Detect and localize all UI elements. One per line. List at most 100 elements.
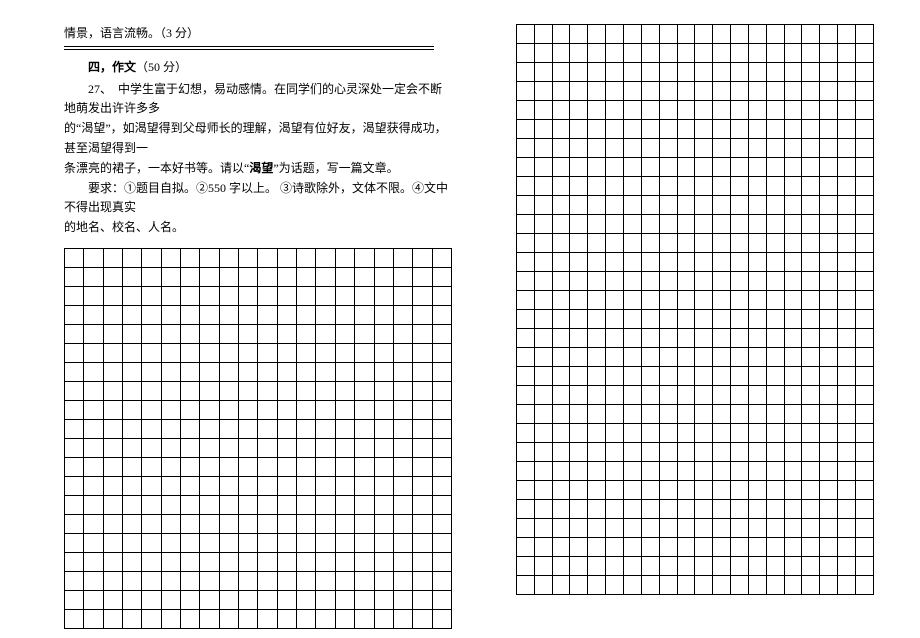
grid-cell[interactable] [731, 215, 749, 234]
grid-cell[interactable] [374, 590, 393, 609]
grid-cell[interactable] [316, 438, 335, 457]
grid-cell[interactable] [713, 310, 731, 329]
grid-cell[interactable] [432, 286, 451, 305]
grid-cell[interactable] [297, 305, 316, 324]
grid-cell[interactable] [374, 381, 393, 400]
grid-cell[interactable] [161, 400, 180, 419]
grid-cell[interactable] [802, 329, 820, 348]
grid-cell[interactable] [277, 400, 296, 419]
grid-cell[interactable] [588, 44, 606, 63]
grid-cell[interactable] [713, 405, 731, 424]
grid-cell[interactable] [641, 82, 659, 101]
grid-cell[interactable] [820, 139, 838, 158]
grid-cell[interactable] [413, 571, 432, 590]
grid-cell[interactable] [802, 120, 820, 139]
grid-cell[interactable] [606, 139, 624, 158]
grid-cell[interactable] [181, 305, 200, 324]
grid-cell[interactable] [552, 44, 570, 63]
grid-cell[interactable] [588, 63, 606, 82]
grid-cell[interactable] [355, 248, 374, 267]
grid-cell[interactable] [731, 101, 749, 120]
grid-cell[interactable] [748, 443, 766, 462]
grid-cell[interactable] [355, 476, 374, 495]
grid-cell[interactable] [161, 495, 180, 514]
grid-cell[interactable] [219, 514, 238, 533]
grid-cell[interactable] [258, 457, 277, 476]
grid-cell[interactable] [838, 101, 856, 120]
grid-cell[interactable] [297, 476, 316, 495]
grid-cell[interactable] [432, 476, 451, 495]
grid-cell[interactable] [695, 158, 713, 177]
grid-cell[interactable] [142, 476, 161, 495]
grid-cell[interactable] [855, 291, 873, 310]
grid-cell[interactable] [258, 248, 277, 267]
grid-cell[interactable] [677, 443, 695, 462]
grid-cell[interactable] [65, 552, 84, 571]
grid-cell[interactable] [123, 476, 142, 495]
grid-cell[interactable] [570, 82, 588, 101]
grid-cell[interactable] [606, 291, 624, 310]
grid-cell[interactable] [393, 609, 412, 628]
grid-cell[interactable] [393, 590, 412, 609]
grid-cell[interactable] [838, 557, 856, 576]
grid-cell[interactable] [103, 343, 122, 362]
grid-cell[interactable] [181, 571, 200, 590]
grid-cell[interactable] [766, 158, 784, 177]
grid-cell[interactable] [181, 267, 200, 286]
grid-cell[interactable] [713, 272, 731, 291]
grid-cell[interactable] [534, 481, 552, 500]
grid-cell[interactable] [695, 500, 713, 519]
grid-cell[interactable] [766, 481, 784, 500]
grid-cell[interactable] [335, 305, 354, 324]
grid-cell[interactable] [641, 158, 659, 177]
grid-cell[interactable] [802, 481, 820, 500]
grid-cell[interactable] [659, 158, 677, 177]
grid-cell[interactable] [659, 177, 677, 196]
grid-cell[interactable] [713, 576, 731, 595]
grid-cell[interactable] [393, 324, 412, 343]
grid-cell[interactable] [181, 476, 200, 495]
grid-cell[interactable] [820, 500, 838, 519]
grid-cell[interactable] [677, 82, 695, 101]
grid-cell[interactable] [748, 215, 766, 234]
grid-cell[interactable] [552, 63, 570, 82]
grid-cell[interactable] [820, 367, 838, 386]
grid-cell[interactable] [200, 457, 219, 476]
grid-cell[interactable] [838, 443, 856, 462]
grid-cell[interactable] [820, 462, 838, 481]
grid-cell[interactable] [570, 386, 588, 405]
grid-cell[interactable] [432, 609, 451, 628]
grid-cell[interactable] [641, 443, 659, 462]
grid-cell[interactable] [731, 82, 749, 101]
grid-cell[interactable] [731, 329, 749, 348]
grid-cell[interactable] [855, 519, 873, 538]
grid-cell[interactable] [713, 177, 731, 196]
grid-cell[interactable] [355, 305, 374, 324]
grid-cell[interactable] [552, 272, 570, 291]
grid-cell[interactable] [181, 533, 200, 552]
grid-cell[interactable] [623, 443, 641, 462]
grid-cell[interactable] [277, 590, 296, 609]
grid-cell[interactable] [784, 177, 802, 196]
grid-cell[interactable] [297, 438, 316, 457]
grid-cell[interactable] [181, 343, 200, 362]
grid-cell[interactable] [516, 158, 534, 177]
grid-cell[interactable] [713, 139, 731, 158]
grid-cell[interactable] [552, 196, 570, 215]
grid-cell[interactable] [838, 576, 856, 595]
grid-cell[interactable] [103, 305, 122, 324]
grid-cell[interactable] [393, 305, 412, 324]
grid-cell[interactable] [219, 362, 238, 381]
grid-cell[interactable] [838, 500, 856, 519]
grid-cell[interactable] [534, 139, 552, 158]
grid-cell[interactable] [123, 514, 142, 533]
grid-cell[interactable] [641, 101, 659, 120]
grid-cell[interactable] [393, 267, 412, 286]
grid-cell[interactable] [820, 291, 838, 310]
grid-cell[interactable] [570, 462, 588, 481]
grid-cell[interactable] [748, 329, 766, 348]
grid-cell[interactable] [713, 367, 731, 386]
grid-cell[interactable] [606, 120, 624, 139]
grid-cell[interactable] [855, 329, 873, 348]
grid-cell[interactable] [820, 538, 838, 557]
